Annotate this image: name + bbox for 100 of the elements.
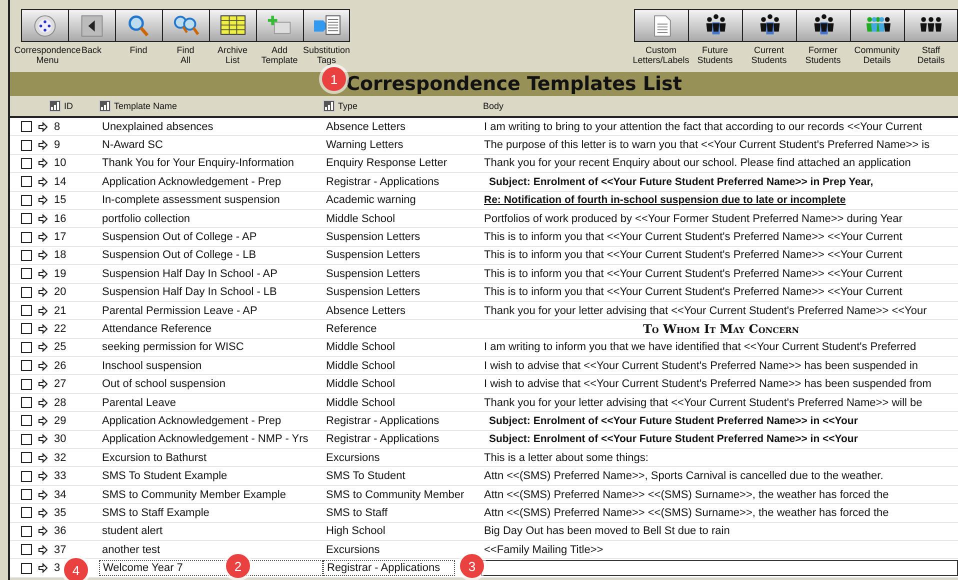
toolbar-button[interactable] xyxy=(68,9,115,42)
checkbox[interactable] xyxy=(20,562,32,574)
column-header[interactable]: Type xyxy=(338,101,358,111)
id-text: 14 xyxy=(54,176,66,188)
toolbar-label: Staff Details xyxy=(917,45,945,65)
toolbar-button[interactable] xyxy=(303,9,350,42)
type-cell-text: Registrar - Applications xyxy=(325,176,440,188)
checkbox[interactable] xyxy=(20,526,32,537)
checkbox[interactable] xyxy=(20,286,32,298)
arrow-icon[interactable] xyxy=(38,508,48,518)
checkbox[interactable] xyxy=(20,268,32,280)
checkbox[interactable] xyxy=(20,158,32,169)
checkbox[interactable] xyxy=(20,452,32,464)
arrow-icon[interactable] xyxy=(38,214,48,224)
toolbar-button[interactable] xyxy=(688,9,742,42)
id-text: 26 xyxy=(54,360,66,372)
toolbar-button[interactable] xyxy=(796,9,850,42)
checkbox[interactable] xyxy=(20,232,32,243)
checkbox[interactable] xyxy=(20,415,32,426)
id-text: 27 xyxy=(54,378,66,390)
type-cell-text: Absence Letters xyxy=(325,304,406,317)
type-cell-text: Suspension Letters xyxy=(325,268,422,280)
arrow-icon[interactable] xyxy=(38,398,48,408)
body-field[interactable] xyxy=(481,560,958,576)
toolbar-label: Custom Letters/Labels xyxy=(632,45,690,65)
id-text: 28 xyxy=(54,396,66,409)
id-text: 33 xyxy=(54,470,66,482)
checkbox[interactable] xyxy=(20,470,32,482)
arrow-icon[interactable] xyxy=(38,563,48,574)
toolbar-button[interactable] xyxy=(209,9,256,42)
body-cell-text: Thank you for your letter advising that <<Your Current Student's Preferred Name>> <<Your xyxy=(483,304,928,317)
arrow-icon[interactable] xyxy=(38,471,48,482)
id-text: 34 xyxy=(54,488,66,500)
arrow-icon[interactable] xyxy=(38,232,48,242)
arrow-icon[interactable] xyxy=(38,287,48,298)
checkbox[interactable] xyxy=(20,140,32,151)
sort-icon[interactable] xyxy=(49,100,61,112)
checkbox[interactable] xyxy=(20,489,32,500)
checkbox[interactable] xyxy=(20,507,32,518)
arrow-icon[interactable] xyxy=(38,195,48,206)
arrow-icon[interactable] xyxy=(38,306,48,316)
arrow-icon[interactable] xyxy=(38,452,48,463)
type-cell-text: SMS To Student xyxy=(325,470,406,482)
id-text: 19 xyxy=(54,268,66,280)
arrow-icon[interactable] xyxy=(38,342,48,352)
body-cell-text: The purpose of this letter is to warn you that <<Your Current Student's Preferred Name>> is xyxy=(483,139,931,152)
toolbar-button[interactable] xyxy=(850,9,904,42)
column-header[interactable]: ID xyxy=(64,101,73,111)
checkbox[interactable] xyxy=(20,342,32,353)
type-cell-text: High School xyxy=(325,525,386,538)
arrow-icon[interactable] xyxy=(38,379,48,390)
arrow-icon[interactable] xyxy=(38,434,48,444)
body-cell-text: I wish to advise that <<Your Current Student's Preferred Name>> has been suspended from xyxy=(483,378,932,390)
toolbar-button[interactable] xyxy=(115,9,162,42)
type-cell-text: Middle School xyxy=(325,396,396,409)
toolbar-button[interactable] xyxy=(904,9,958,42)
checkbox[interactable] xyxy=(20,194,32,206)
id-text: 36 xyxy=(54,525,66,538)
checkbox[interactable] xyxy=(20,305,32,316)
checkbox[interactable] xyxy=(20,397,32,408)
column-header[interactable]: Body xyxy=(483,101,504,111)
name-cell-text: Parental Leave xyxy=(101,396,177,409)
checkbox[interactable] xyxy=(20,544,32,556)
name-cell-text: another test xyxy=(101,544,162,556)
toolbar-button[interactable] xyxy=(162,9,209,42)
arrow-icon[interactable] xyxy=(38,544,48,555)
arrow-icon[interactable] xyxy=(38,526,48,536)
arrow-icon[interactable] xyxy=(38,490,48,500)
arrow-icon[interactable] xyxy=(38,250,48,260)
arrow-icon[interactable] xyxy=(38,122,48,132)
toolbar-button[interactable] xyxy=(256,9,303,42)
arrow-icon[interactable] xyxy=(38,416,48,426)
checkbox[interactable] xyxy=(20,176,32,188)
checkbox[interactable] xyxy=(20,378,32,390)
toolbar-button[interactable] xyxy=(634,9,688,42)
sort-icon[interactable] xyxy=(99,100,111,112)
id-text: 32 xyxy=(54,452,66,464)
arrow-icon[interactable] xyxy=(38,140,48,150)
sort-icon[interactable] xyxy=(323,100,335,112)
arrow-icon[interactable] xyxy=(38,324,48,334)
arrow-icon[interactable] xyxy=(38,268,48,279)
toolbar-button[interactable] xyxy=(21,9,68,42)
checkbox[interactable] xyxy=(20,434,32,445)
arrow-icon[interactable] xyxy=(38,176,48,187)
type-cell-text: Middle School xyxy=(325,212,396,225)
checkbox[interactable] xyxy=(20,121,32,132)
arrow-icon[interactable] xyxy=(38,360,48,371)
arrow-icon[interactable] xyxy=(38,158,48,168)
checkbox[interactable] xyxy=(20,360,32,372)
name-cell-text: Suspension Half Day In School - AP xyxy=(101,268,278,280)
toolbar-label: Substitution Tags xyxy=(302,45,350,65)
name-cell-text: student alert xyxy=(101,525,164,538)
checkbox[interactable] xyxy=(20,213,32,224)
toolbar-button[interactable] xyxy=(742,9,796,42)
name-cell-text: Excursion to Bathurst xyxy=(101,452,208,464)
column-header[interactable]: Template Name xyxy=(114,101,178,111)
checkbox[interactable] xyxy=(20,323,32,334)
checkbox[interactable] xyxy=(20,250,32,261)
type-field[interactable]: Registrar - Applications xyxy=(323,560,455,576)
toolbar-label: Current Students xyxy=(751,45,787,65)
